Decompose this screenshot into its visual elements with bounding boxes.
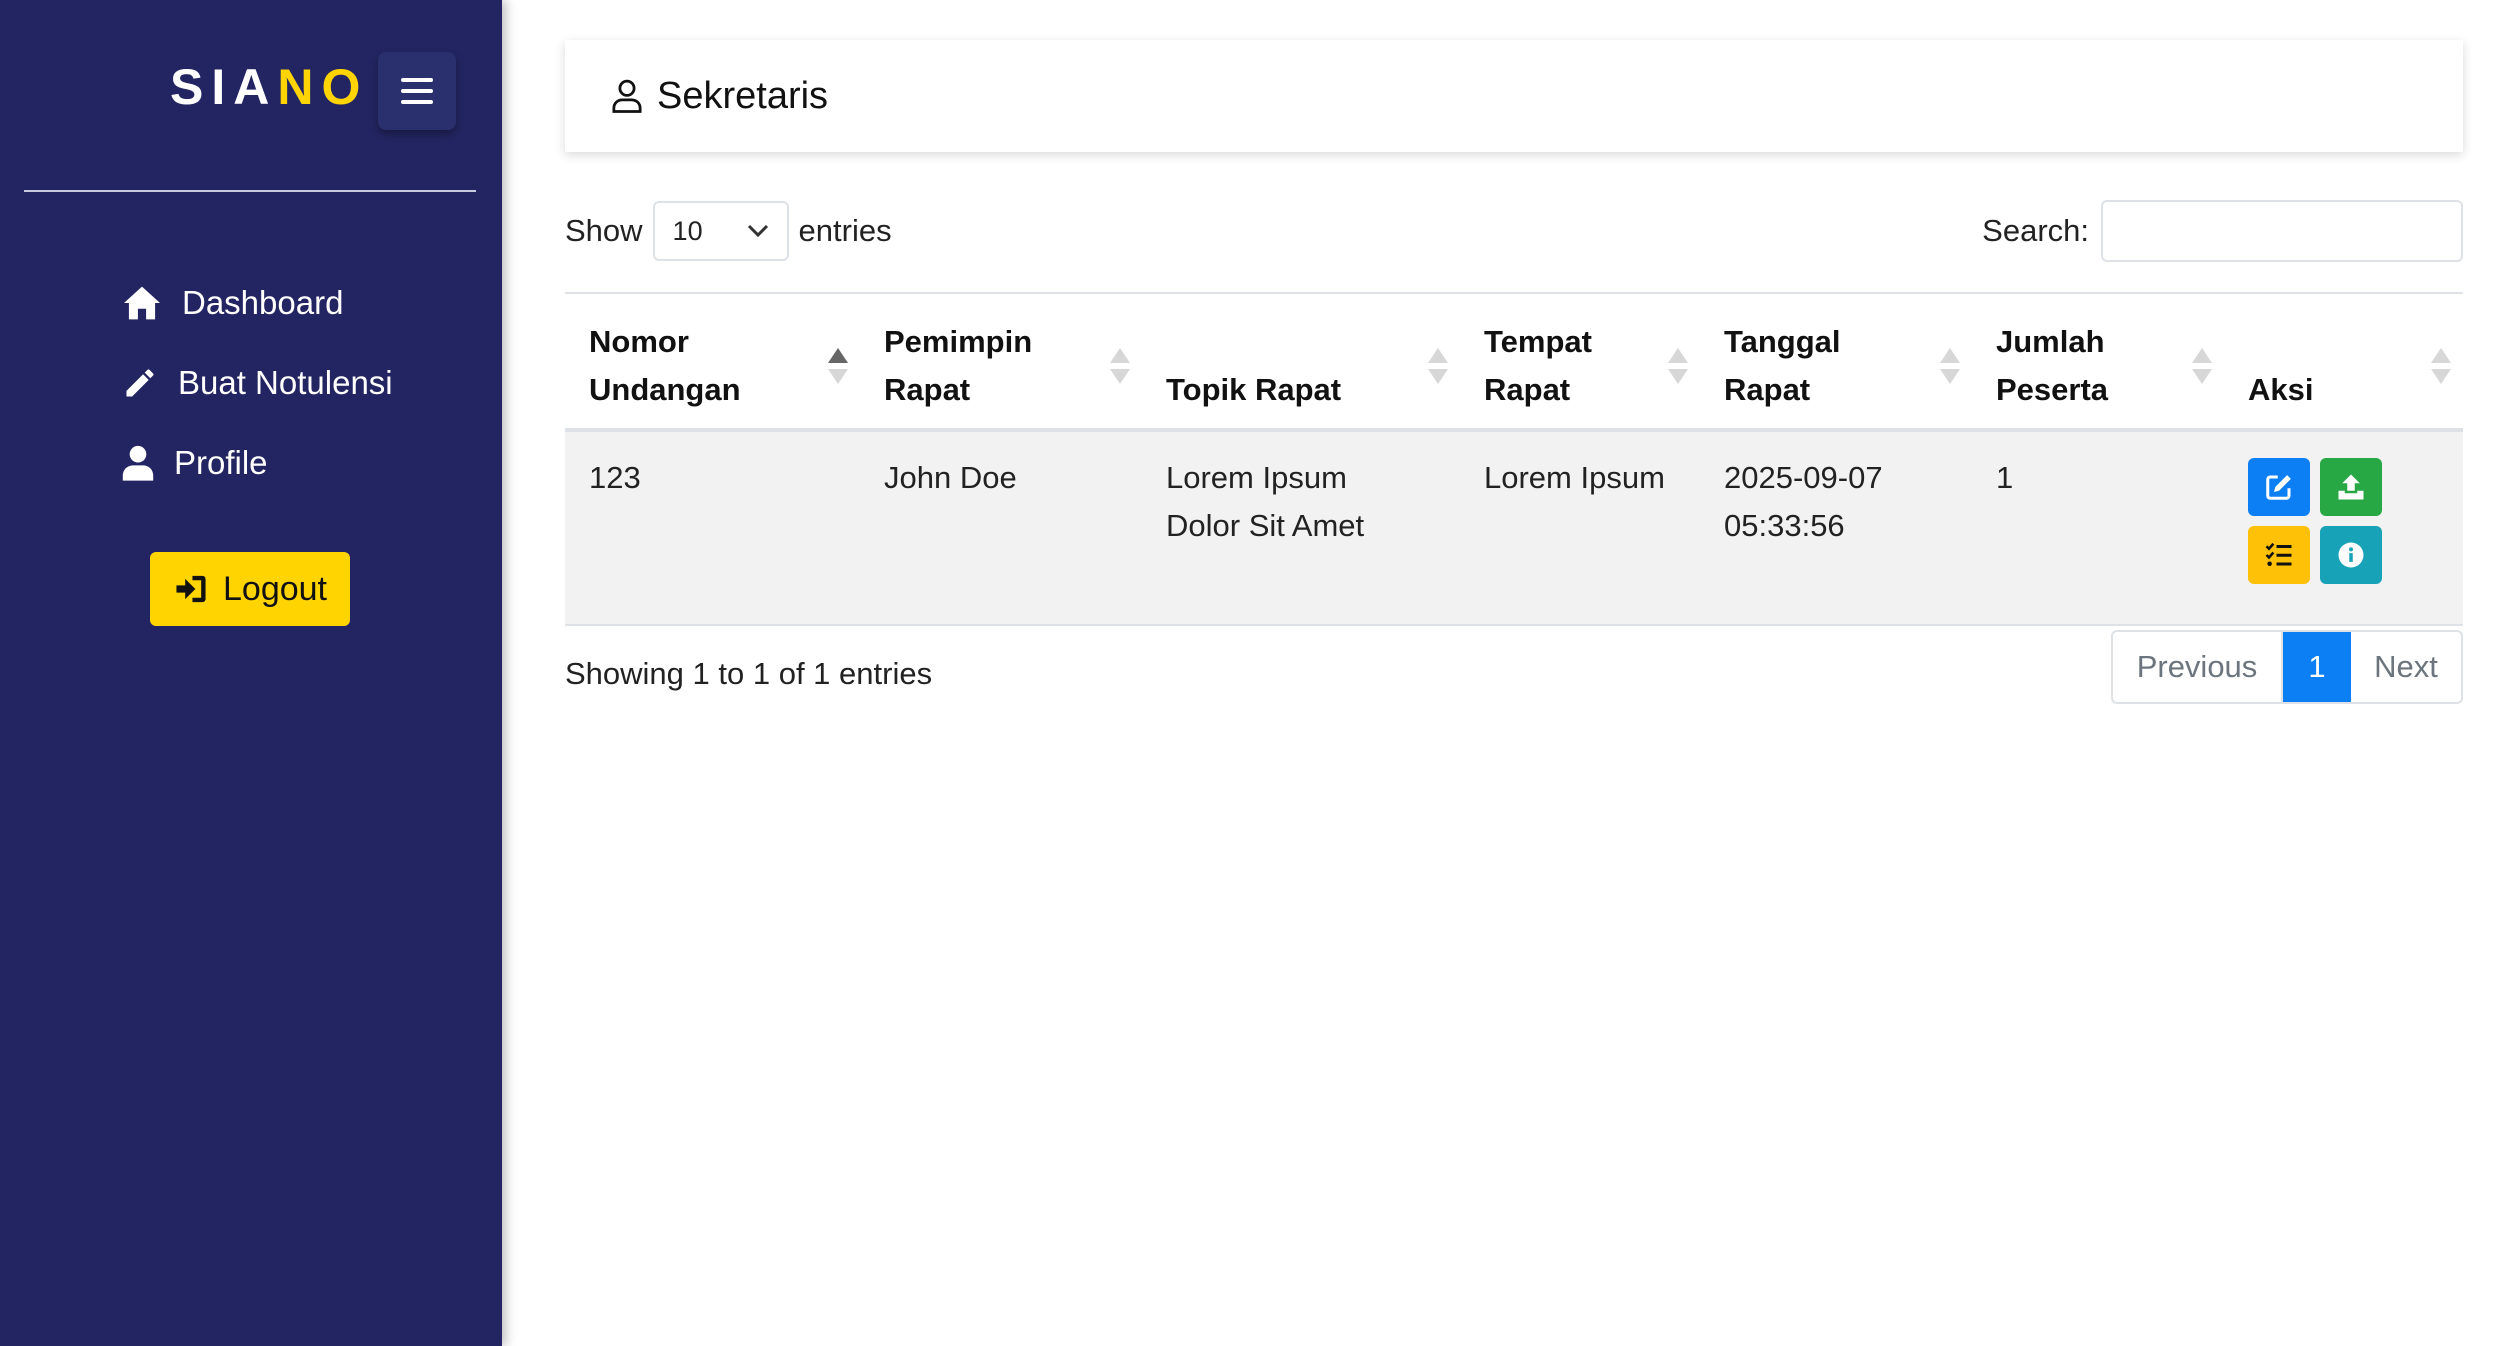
sidebar-item-buat-notulensi[interactable]: Buat Notulensi [122, 364, 393, 402]
table-row: 123 John Doe Lorem Ipsum Dolor Sit Amet … [565, 430, 2463, 626]
column-header-line: Tanggal [1724, 324, 1841, 359]
column-header-line: Tempat [1484, 324, 1592, 359]
cell-pemimpin: John Doe [860, 430, 1142, 626]
column-header-line: Rapat [884, 372, 971, 407]
hamburger-icon-bar [401, 78, 433, 82]
column-header-line: Pemimpin [884, 324, 1033, 359]
column-header-line: Jumlah [1996, 324, 2105, 359]
cell-tanggal: 2025-09-07 05:33:56 [1700, 430, 1972, 626]
cell-topik: Lorem Ipsum Dolor Sit Amet [1142, 430, 1460, 626]
upload-icon [2338, 474, 2364, 500]
sidebar: SIANO Dashboard Buat Notulensi Profile L… [0, 0, 502, 1346]
list-check-icon [2265, 542, 2292, 566]
column-header-line: Peserta [1996, 372, 2109, 407]
pencil-icon [126, 369, 154, 397]
sidebar-divider [24, 190, 476, 192]
logout-label: Logout [223, 569, 327, 608]
brand-logo[interactable]: SIANO [170, 58, 368, 116]
sidebar-item-profile[interactable]: Profile [122, 444, 268, 482]
task-list-button[interactable] [2248, 526, 2310, 584]
hamburger-icon-bar [401, 89, 433, 93]
column-header-topik-rapat[interactable]: Topik Rapat [1142, 292, 1460, 432]
search-label: Search: [1982, 213, 2089, 248]
pagination-next[interactable]: Next [2351, 632, 2461, 702]
hamburger-icon-bar [401, 100, 433, 104]
entries-select[interactable]: 10 [652, 201, 789, 261]
sort-icon [1428, 348, 1448, 384]
show-label: Show [565, 213, 643, 248]
column-header-aksi[interactable]: Aksi [2224, 292, 2463, 432]
cell-topik-line: Lorem Ipsum [1166, 460, 1347, 495]
brand-prefix: SIA [170, 59, 278, 115]
sort-icon [1940, 348, 1960, 384]
edit-button[interactable] [2248, 458, 2310, 516]
data-table: Nomor Undangan Pemimpin Rapat Topik Rapa… [565, 292, 2463, 626]
page-title: Sekretaris [657, 74, 829, 117]
sign-in-icon [176, 575, 206, 603]
column-header-line: Topik Rapat [1166, 372, 1342, 407]
action-buttons [2248, 454, 2439, 584]
column-header-line: Undangan [589, 372, 741, 407]
column-header-line: Rapat [1724, 372, 1811, 407]
entries-select-value: 10 [672, 215, 703, 246]
cell-jumlah: 1 [1972, 430, 2224, 626]
column-header-tanggal-rapat[interactable]: Tanggal Rapat [1700, 292, 1972, 432]
user-icon [122, 445, 154, 481]
user-outline-icon [612, 79, 642, 113]
page-header: Sekretaris [565, 40, 2463, 152]
chevron-down-icon [747, 224, 768, 238]
sort-icon [2431, 348, 2451, 384]
brand-accent: NO [277, 59, 369, 115]
cell-tanggal-time: 05:33:56 [1724, 508, 1845, 543]
sidebar-item-label: Profile [174, 444, 268, 481]
pagination: Previous 1 Next [2111, 630, 2463, 704]
menu-toggle-button[interactable] [378, 52, 456, 130]
edit-icon [2266, 475, 2291, 500]
cell-tanggal-date: 2025-09-07 [1724, 460, 1883, 495]
table-info: Showing 1 to 1 of 1 entries [565, 656, 933, 691]
info-button[interactable] [2320, 526, 2382, 584]
search-input[interactable] [2101, 200, 2463, 262]
sidebar-item-label: Buat Notulensi [178, 364, 393, 401]
column-header-line: Aksi [2248, 372, 2314, 407]
sort-icon [1668, 348, 1688, 384]
column-header-pemimpin-rapat[interactable]: Pemimpin Rapat [860, 292, 1142, 432]
column-header-jumlah-peserta[interactable]: Jumlah Peserta [1972, 292, 2224, 432]
cell-aksi [2224, 430, 2463, 626]
column-header-line: Nomor [589, 324, 689, 359]
upload-button[interactable] [2320, 458, 2382, 516]
sidebar-item-label: Dashboard [182, 284, 344, 321]
info-circle-icon [2338, 542, 2364, 568]
pagination-previous[interactable]: Previous [2113, 632, 2283, 702]
logout-button[interactable]: Logout [150, 552, 350, 626]
column-header-nomor-undangan[interactable]: Nomor Undangan [565, 292, 860, 432]
entries-label: entries [798, 213, 892, 248]
sort-asc-icon [828, 348, 848, 384]
table-header-row: Nomor Undangan Pemimpin Rapat Topik Rapa… [565, 292, 2463, 432]
pagination-page-1[interactable]: 1 [2283, 632, 2351, 702]
cell-tempat: Lorem Ipsum [1460, 430, 1700, 626]
sort-icon [1110, 348, 1130, 384]
cell-topik-line: Dolor Sit Amet [1166, 508, 1365, 543]
entries-length-control: Show 10 entries [565, 200, 892, 262]
sort-icon [2192, 348, 2212, 384]
cell-nomor: 123 [565, 430, 860, 626]
home-icon [124, 286, 160, 320]
column-header-tempat-rapat[interactable]: Tempat Rapat [1460, 292, 1700, 432]
column-header-line: Rapat [1484, 372, 1571, 407]
search-control: Search: [1982, 200, 2463, 262]
sidebar-item-dashboard[interactable]: Dashboard [122, 284, 343, 322]
